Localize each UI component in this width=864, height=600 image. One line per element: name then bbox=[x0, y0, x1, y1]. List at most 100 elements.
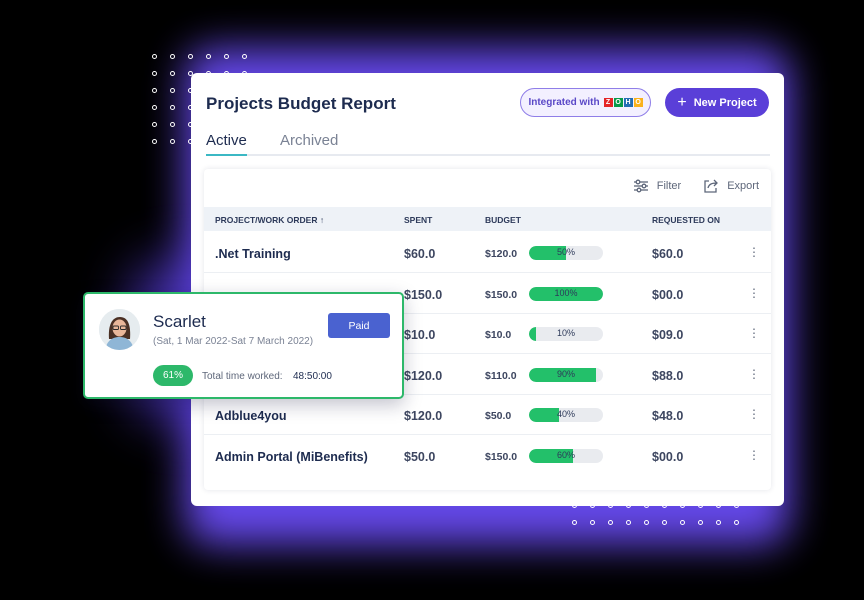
budget-progress-bar: 10% bbox=[529, 327, 603, 341]
decorative-dot bbox=[734, 520, 739, 525]
decorative-dot bbox=[152, 139, 157, 144]
requested-value: $09.0 bbox=[652, 328, 684, 342]
filter-button[interactable]: Filter bbox=[633, 179, 681, 193]
budget-progress-label: 60% bbox=[556, 449, 575, 460]
table-row[interactable]: Adblue4you $120.0 $50.0 40% $48.0 ⋮ bbox=[204, 395, 771, 435]
export-button[interactable]: Export bbox=[703, 179, 759, 193]
requested-value: $88.0 bbox=[652, 368, 684, 383]
spent-value: $120.0 bbox=[404, 368, 443, 383]
more-options-icon[interactable]: ⋮ bbox=[748, 367, 760, 381]
budget-value: $110.0 bbox=[485, 369, 517, 382]
page-title: Projects Budget Report bbox=[206, 94, 396, 113]
date-range: (Sat, 1 Mar 2022-Sat 7 March 2022) bbox=[153, 336, 314, 347]
paid-status-button[interactable]: Paid bbox=[328, 313, 390, 338]
spent-value: $150.0 bbox=[404, 287, 443, 302]
zoho-logo-icon: ZOHO bbox=[603, 98, 643, 107]
budget-report-card: Projects Budget Report Integrated with Z… bbox=[191, 73, 784, 506]
budget-progress-label: 10% bbox=[556, 328, 575, 338]
table-toolbar: Filter Export bbox=[633, 179, 759, 193]
budget-progress-bar: 100% bbox=[529, 286, 603, 301]
timesheet-card[interactable]: Scarlet (Sat, 1 Mar 2022-Sat 7 March 202… bbox=[83, 292, 404, 399]
decorative-dot bbox=[170, 88, 175, 93]
column-header-project[interactable]: PROJECT/WORK ORDER ↑ bbox=[215, 215, 324, 225]
budget-progress-label: 50% bbox=[556, 247, 575, 257]
more-options-icon[interactable]: ⋮ bbox=[748, 407, 760, 421]
decorative-dot bbox=[152, 71, 157, 76]
decorative-dot bbox=[170, 139, 175, 144]
decorative-dot bbox=[626, 520, 631, 525]
spent-value: $60.0 bbox=[404, 247, 436, 261]
spent-value: $120.0 bbox=[404, 409, 443, 423]
tab-active[interactable]: Active bbox=[206, 132, 247, 156]
decorative-dot bbox=[170, 105, 175, 110]
column-header-budget: BUDGET bbox=[485, 215, 521, 225]
decorative-dot bbox=[152, 88, 157, 93]
zoho-logo-letter: Z bbox=[603, 98, 613, 107]
table-header: PROJECT/WORK ORDER ↑ SPENT BUDGET REQUES… bbox=[204, 207, 771, 231]
requested-value: $48.0 bbox=[652, 409, 684, 423]
filter-label: Filter bbox=[656, 180, 682, 192]
requested-value: $00.0 bbox=[652, 287, 684, 302]
budget-value: $150.0 bbox=[485, 288, 518, 301]
employee-name: Scarlet bbox=[153, 312, 206, 331]
project-name: .Net Training bbox=[215, 247, 291, 261]
decorative-dot bbox=[242, 54, 247, 59]
budget-value: $50.0 bbox=[485, 410, 512, 422]
time-worked-label: Total time worked: bbox=[202, 371, 283, 382]
percent-badge: 61% bbox=[153, 365, 193, 386]
decorative-dot bbox=[188, 54, 193, 59]
integration-badge-label: Integrated with bbox=[528, 97, 600, 108]
requested-value: $00.0 bbox=[652, 449, 684, 464]
decorative-dot bbox=[152, 54, 157, 59]
budget-progress-label: 90% bbox=[556, 368, 575, 379]
new-project-button[interactable]: + New Project bbox=[665, 88, 769, 117]
new-project-label: New Project bbox=[693, 96, 757, 109]
zoho-logo-letter: O bbox=[633, 98, 643, 107]
budget-progress-bar: 60% bbox=[529, 448, 603, 463]
decorative-dot-grid bbox=[572, 503, 739, 525]
more-options-icon[interactable]: ⋮ bbox=[748, 286, 760, 300]
avatar bbox=[99, 309, 140, 350]
requested-value: $60.0 bbox=[652, 247, 684, 261]
tab-bar: Active Archived bbox=[206, 132, 770, 156]
time-worked-value: 48:50:00 bbox=[293, 371, 332, 382]
zoho-logo-letter: H bbox=[623, 98, 633, 107]
decorative-dot bbox=[572, 520, 577, 525]
budget-progress-bar: 90% bbox=[529, 367, 603, 382]
plus-icon: + bbox=[677, 93, 687, 111]
decorative-dot bbox=[206, 54, 211, 59]
project-name: Adblue4you bbox=[215, 409, 287, 423]
decorative-dot bbox=[608, 520, 613, 525]
tab-archived[interactable]: Archived bbox=[280, 132, 338, 155]
budget-value: $120.0 bbox=[485, 248, 518, 260]
column-header-requested-on: REQUESTED ON bbox=[652, 215, 721, 225]
decorative-dot bbox=[152, 105, 157, 110]
decorative-dot bbox=[152, 122, 157, 127]
decorative-dot bbox=[170, 122, 175, 127]
spent-value: $50.0 bbox=[404, 449, 436, 464]
column-header-spent: SPENT bbox=[404, 215, 433, 225]
decorative-dot bbox=[662, 520, 667, 525]
budget-value: $150.0 bbox=[485, 450, 518, 463]
more-options-icon[interactable]: ⋮ bbox=[748, 326, 760, 340]
more-options-icon[interactable]: ⋮ bbox=[748, 245, 760, 259]
table-row[interactable]: .Net Training $60.0 $120.0 50% $60.0 ⋮ bbox=[204, 233, 771, 273]
more-options-icon[interactable]: ⋮ bbox=[748, 448, 760, 462]
decorative-dot bbox=[680, 520, 685, 525]
decorative-dot bbox=[590, 520, 595, 525]
zoho-logo-letter: O bbox=[613, 98, 623, 107]
decorative-dot bbox=[716, 520, 721, 525]
decorative-dot bbox=[698, 520, 703, 525]
budget-progress-label: 100% bbox=[554, 287, 578, 298]
spent-value: $10.0 bbox=[404, 328, 436, 342]
budget-progress-label: 40% bbox=[556, 409, 575, 419]
integration-badge[interactable]: Integrated with ZOHO bbox=[520, 88, 651, 117]
decorative-dot bbox=[644, 520, 649, 525]
export-label: Export bbox=[727, 180, 759, 192]
budget-value: $10.0 bbox=[485, 329, 512, 341]
table-row[interactable]: Admin Portal (MiBenefits) $50.0 $150.0 60% $… bbox=[204, 436, 771, 476]
budget-progress-bar: 40% bbox=[529, 408, 603, 422]
decorative-dot bbox=[170, 71, 175, 76]
project-name: Admin Portal (MiBenefits) bbox=[215, 449, 368, 464]
decorative-dot bbox=[224, 54, 229, 59]
